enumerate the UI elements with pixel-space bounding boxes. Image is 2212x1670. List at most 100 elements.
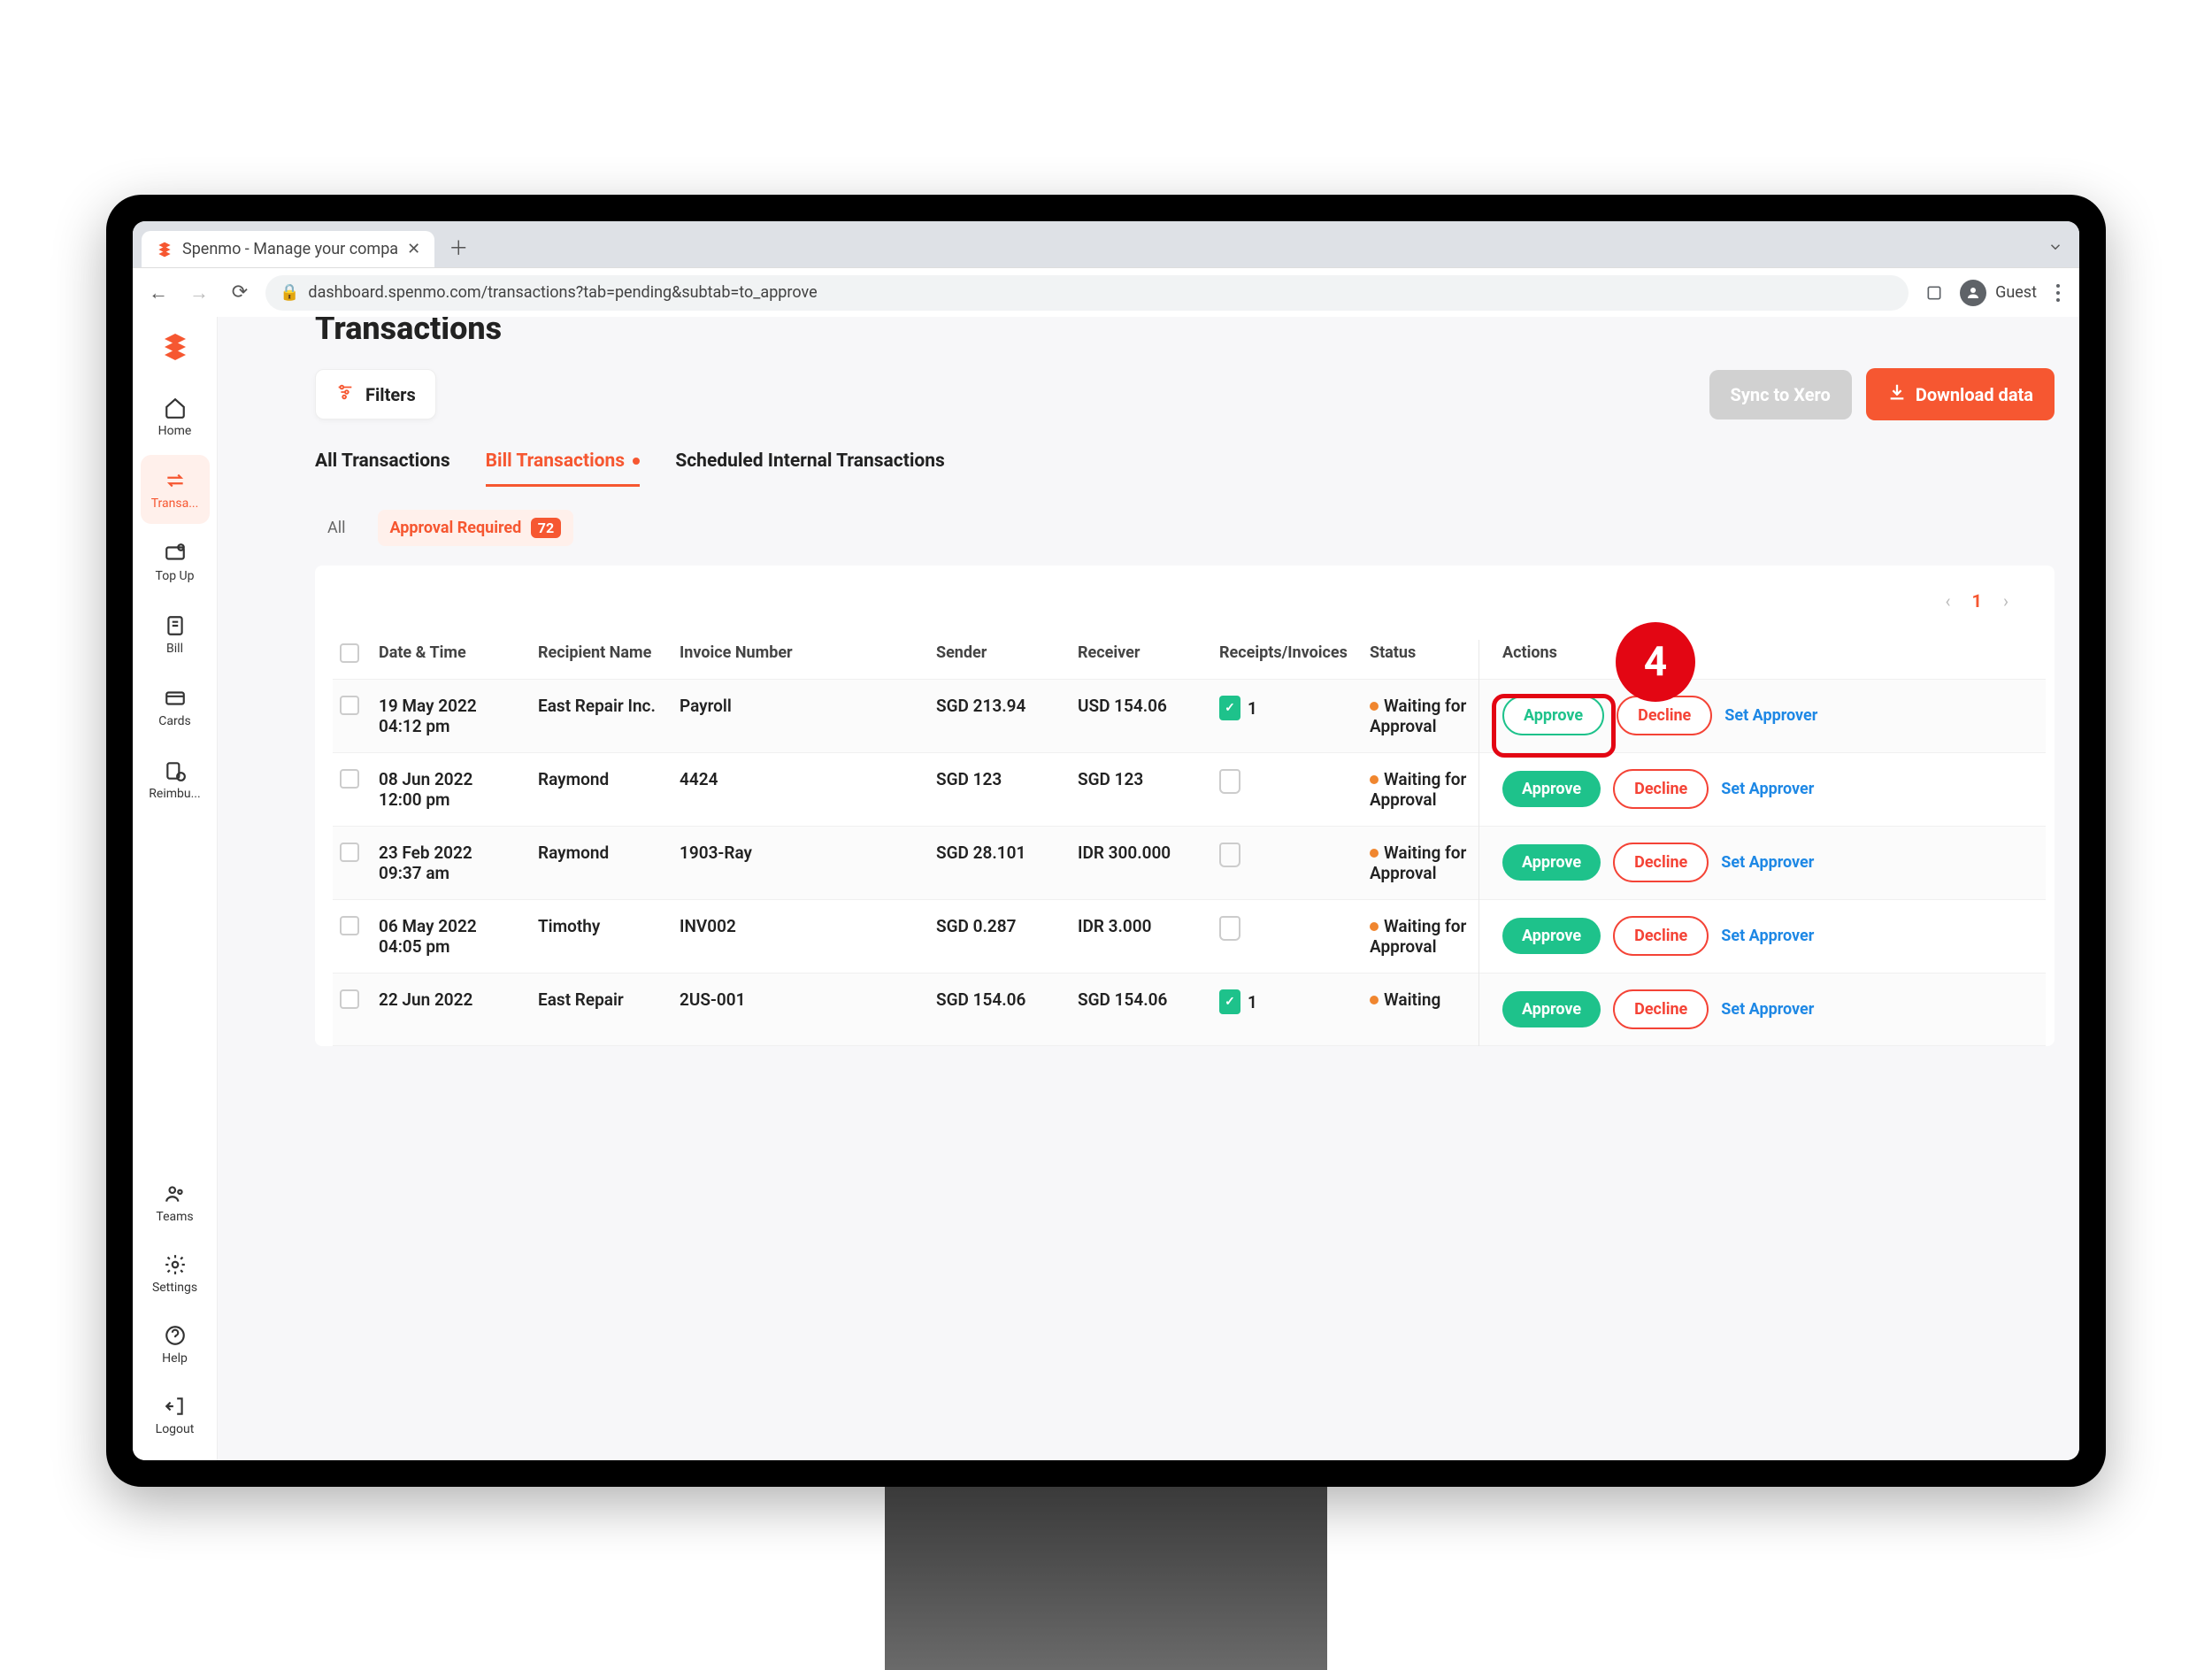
address-bar[interactable]: 🔒 dashboard.spenmo.com/transactions?tab=… [265,275,1909,311]
logout-icon [163,1394,188,1419]
receipt-empty-icon [1219,916,1240,941]
cell-time: 12:00 pm [379,789,531,810]
status-dot-icon [1370,849,1379,858]
approve-button[interactable]: Approve [1502,918,1601,954]
close-tab-icon[interactable]: ✕ [407,240,420,258]
browser-tab[interactable]: Spenmo - Manage your compa ✕ [142,231,434,267]
set-approver-link[interactable]: Set Approver [1721,927,1814,945]
col-receipts: Receipts/Invoices [1219,643,1370,662]
extensions-icon[interactable] [1919,278,1949,308]
back-button[interactable]: ← [143,278,173,308]
row-checkbox[interactable] [340,843,359,862]
cell-invoice: INV002 [680,916,936,936]
reload-button[interactable]: ⟳ [225,278,255,308]
row-checkbox[interactable] [340,989,359,1009]
cell-recipient: Raymond [538,769,680,789]
cell-time: 04:05 pm [379,936,531,957]
status-dot-icon [1370,775,1379,784]
decline-button[interactable]: Decline [1613,989,1709,1029]
sidebar-item-settings[interactable]: Settings [141,1239,210,1308]
decline-button[interactable]: Decline [1617,696,1712,735]
sidebar-item-transactions[interactable]: Transa... [141,455,210,524]
pagination: ‹ 1 › [333,583,2046,627]
row-checkbox[interactable] [340,916,359,935]
sidebar-item-teams[interactable]: Teams [141,1168,210,1237]
lock-icon: 🔒 [280,283,299,302]
table-row[interactable]: 08 Jun 202212:00 pm Raymond 4424 SGD 123… [333,753,2046,827]
status-dot-icon [1370,922,1379,931]
sidebar-item-reimburse[interactable]: Reimbu... [141,745,210,814]
cell-sender: SGD 154.06 [936,989,1078,1010]
decline-button[interactable]: Decline [1613,916,1709,956]
forward-button[interactable]: → [184,278,214,308]
sidebar-item-cards[interactable]: Cards [141,673,210,742]
sidebar-item-help[interactable]: Help [141,1310,210,1379]
sidebar-label: Reimbu... [149,787,200,801]
cell-status: Waiting for Approval [1370,843,1502,883]
approval-count-badge: 72 [531,518,561,538]
set-approver-link[interactable]: Set Approver [1724,706,1817,725]
sidebar-item-bill[interactable]: Bill [141,600,210,669]
approve-button[interactable]: Approve [1502,844,1601,881]
sidebar-label: Settings [152,1281,197,1295]
decline-button[interactable]: Decline [1613,769,1709,809]
profile-button[interactable]: Guest [1960,280,2037,306]
col-sender: Sender [936,643,1078,662]
download-label: Download data [1916,384,2033,405]
table-header: Date & Time Recipient Name Invoice Numbe… [333,627,2046,680]
decline-button[interactable]: Decline [1613,843,1709,882]
sidebar-item-topup[interactable]: Top Up [141,527,210,596]
approve-button[interactable]: Approve [1502,771,1601,807]
window-expand-icon[interactable] [2040,232,2070,262]
page-prev-button[interactable]: ‹ [1945,590,1950,612]
browser-menu-button[interactable] [2047,284,2069,302]
approve-button[interactable]: Approve [1502,991,1601,1027]
set-approver-link[interactable]: Set Approver [1721,853,1814,872]
row-checkbox[interactable] [340,696,359,715]
set-approver-link[interactable]: Set Approver [1721,1000,1814,1019]
cell-invoice: 1903-Ray [680,843,936,863]
cell-status: Waiting [1370,989,1502,1010]
filters-button[interactable]: Filters [315,369,436,419]
tab-bill-transactions[interactable]: Bill Transactions [486,450,641,487]
cell-status: Waiting for Approval [1370,916,1502,957]
monitor-stand [885,1487,1327,1670]
page-title: Transactions [315,317,2055,347]
status-dot-icon [1370,996,1379,1004]
receipt-check-icon: ✓ [1219,696,1240,720]
tab-scheduled-internal[interactable]: Scheduled Internal Transactions [675,450,945,487]
col-invoice: Invoice Number [680,643,936,662]
select-all-checkbox[interactable] [340,643,359,663]
row-checkbox[interactable] [340,769,359,789]
sidebar-label: Logout [156,1422,195,1436]
sync-label: Sync to Xero [1731,384,1831,405]
cell-recipient: Timothy [538,916,680,936]
sidebar-item-logout[interactable]: Logout [141,1381,210,1450]
avatar-icon [1960,280,1986,306]
page-next-button[interactable]: › [2003,590,2008,612]
tabs: All Transactions Bill Transactions Sched… [315,450,2055,487]
table-row[interactable]: 06 May 202204:05 pm Timothy INV002 SGD 0… [333,900,2046,974]
cell-time: 09:37 am [379,863,531,883]
filters-icon [335,382,355,406]
cell-date: 22 Jun 2022 [379,989,472,1010]
table-row[interactable]: 19 May 202204:12 pm East Repair Inc. Pay… [333,680,2046,753]
download-data-button[interactable]: Download data [1866,368,2055,420]
set-approver-link[interactable]: Set Approver [1721,780,1814,798]
new-tab-button[interactable]: ＋ [443,232,473,262]
subtab-all[interactable]: All [315,510,358,546]
col-status: Status [1370,643,1502,662]
cell-receiver: SGD 154.06 [1078,989,1219,1010]
cell-receipts [1219,916,1370,941]
cell-invoice: 2US-001 [680,989,936,1010]
sidebar-label: Top Up [156,569,195,583]
subtab-approval-required[interactable]: Approval Required 72 [378,510,574,546]
tab-all-transactions[interactable]: All Transactions [315,450,450,487]
sidebar-label: Help [162,1351,188,1366]
app-logo-icon[interactable] [159,331,191,363]
cell-receiver: SGD 123 [1078,769,1219,789]
sidebar-item-home[interactable]: Home [141,382,210,451]
table-row[interactable]: 22 Jun 2022 East Repair 2US-001 SGD 154.… [333,974,2046,1046]
table-row[interactable]: 23 Feb 202209:37 am Raymond 1903-Ray SGD… [333,827,2046,900]
sync-xero-button[interactable]: Sync to Xero [1709,370,1852,419]
